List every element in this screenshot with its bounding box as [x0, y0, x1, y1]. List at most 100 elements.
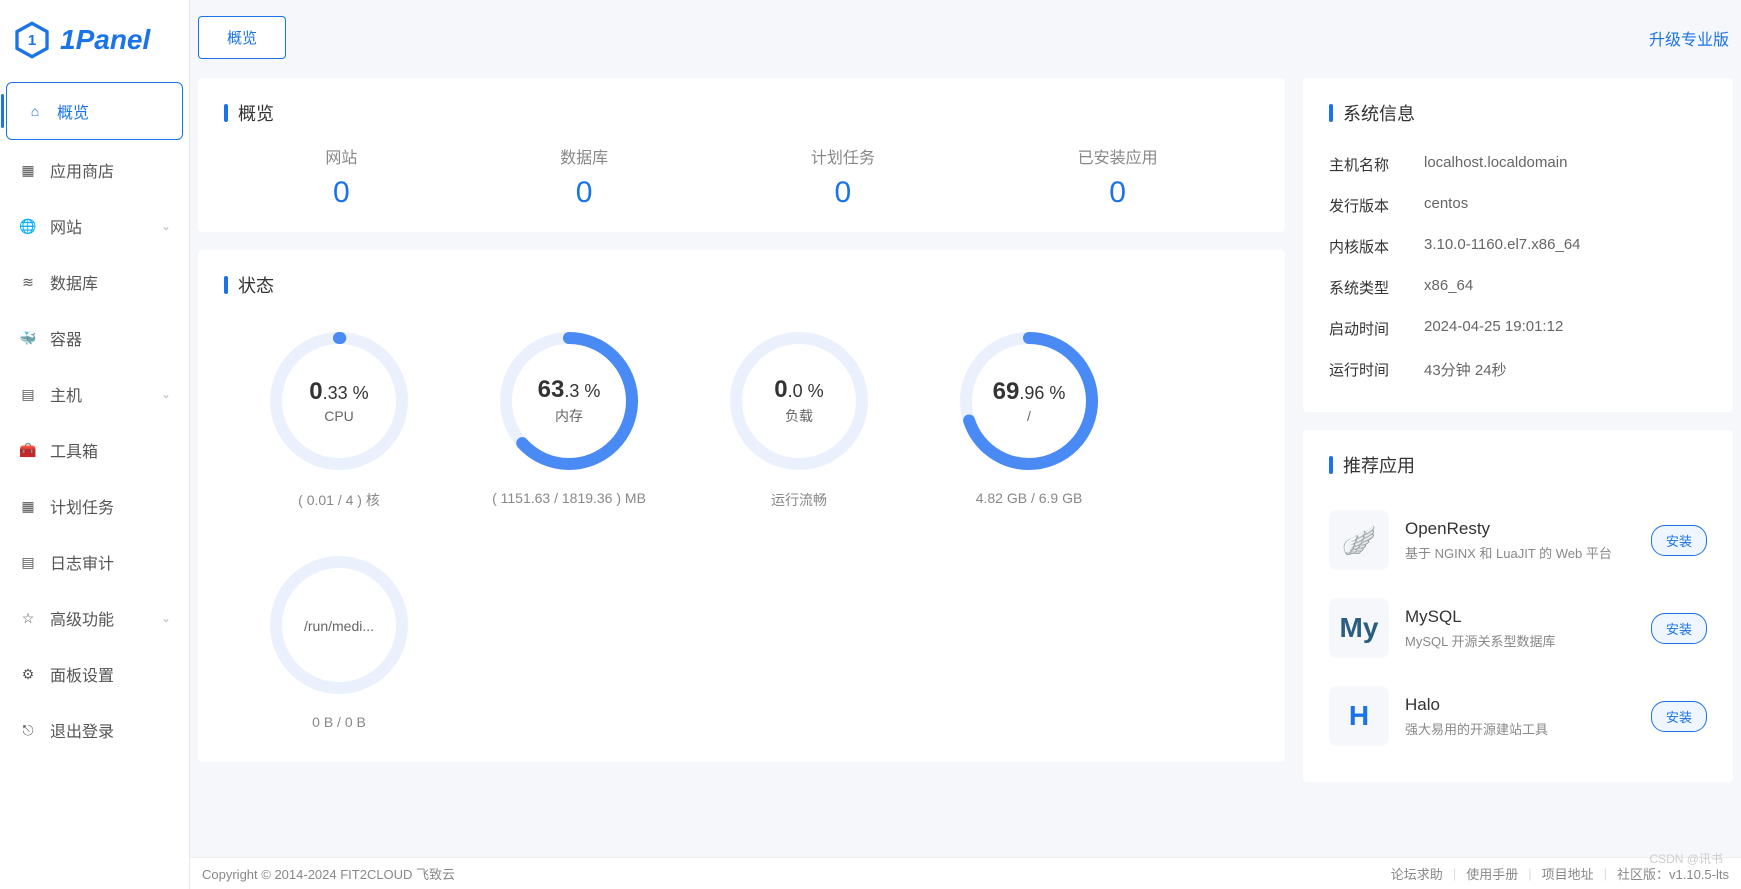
- gauge-value: 0.0 %: [774, 376, 823, 404]
- sysinfo-row-2: 内核版本3.10.0-1160.el7.x86_64: [1329, 226, 1707, 267]
- upgrade-link[interactable]: 升级专业版: [1645, 16, 1733, 60]
- sidebar-item-4[interactable]: 🐳 容器: [0, 310, 189, 366]
- sidebar-item-2[interactable]: 🌐网站⌄: [0, 198, 189, 254]
- app-desc: 强大易用的开源建站工具: [1405, 719, 1635, 738]
- sysinfo-row-5: 运行时间43分钟 24秒: [1329, 349, 1707, 390]
- docker-icon: 🐳: [18, 328, 38, 348]
- info-value: localhost.localdomain: [1424, 154, 1567, 175]
- overview-card: 概览 网站0数据库0计划任务0已安装应用0: [198, 78, 1285, 232]
- main: 概览 升级专业版 概览 网站0数据库0计划任务0已安装应用0 状态 0.33 %…: [190, 0, 1741, 889]
- stat-value: 0: [1078, 176, 1158, 210]
- info-key: 系统类型: [1329, 277, 1424, 298]
- footer-link-0[interactable]: 论坛求助: [1391, 864, 1443, 883]
- gauge-label: 负载: [785, 406, 813, 426]
- recommended-title: 推荐应用: [1329, 452, 1707, 478]
- info-key: 运行时间: [1329, 359, 1424, 380]
- app-icon: H: [1329, 686, 1389, 746]
- info-value: 43分钟 24秒: [1424, 359, 1507, 380]
- install-button[interactable]: 安装: [1651, 701, 1707, 732]
- gauge-1[interactable]: 63.3 %内存 ( 1151.63 / 1819.36 ) MB: [484, 326, 654, 510]
- overview-stat-0[interactable]: 网站 0: [325, 144, 357, 210]
- info-value: x86_64: [1424, 277, 1473, 298]
- overview-stat-1[interactable]: 数据库0: [560, 144, 608, 210]
- sidebar-item-label: 工具箱: [50, 438, 98, 462]
- sidebar-item-label: 面板设置: [50, 662, 114, 686]
- sidebar-item-7[interactable]: ▦计划任务: [0, 478, 189, 534]
- sidebar-item-6[interactable]: 🧰工具箱: [0, 422, 189, 478]
- stat-value: 0: [325, 176, 357, 210]
- app-desc: 基于 NGINX 和 LuaJIT 的 Web 平台: [1405, 543, 1635, 562]
- sidebar-item-label: 网站: [50, 214, 82, 238]
- gauge-detail: 0 B / 0 B: [254, 714, 424, 730]
- logout-icon: ⎋: [18, 720, 38, 740]
- sidebar-item-label: 数据库: [50, 270, 98, 294]
- gear-icon: ⚙: [18, 664, 38, 684]
- gauge-0[interactable]: 0.33 %CPU( 0.01 / 4 ) 核: [254, 326, 424, 510]
- sidebar-item-0[interactable]: ⌂概览: [6, 82, 183, 140]
- gauge-2[interactable]: 0.0 %负载运行流畅: [714, 326, 884, 510]
- gauge-detail: 4.82 GB / 6.9 GB: [944, 490, 1114, 506]
- brand-text: 1Panel: [60, 24, 150, 56]
- nav: ⌂概览▦应用商店🌐网站⌄≋数据库🐳容器▤主机⌄🧰工具箱▦计划任务▤日志审计☆高级…: [0, 80, 189, 889]
- app-item-1: My MySQL MySQL 开源关系型数据库安装: [1329, 584, 1707, 672]
- overview-stat-3[interactable]: 已安装应用 0: [1078, 144, 1158, 210]
- layers-icon: ≋: [18, 272, 38, 292]
- recommended-card: 推荐应用 🪽OpenResty基于 NGINX 和 LuaJIT 的 Web 平…: [1303, 430, 1733, 782]
- app-name: MySQL: [1405, 607, 1635, 627]
- sidebar-item-label: 主机: [50, 382, 82, 406]
- gauge-4[interactable]: /run/medi... 0 B / 0 B: [254, 550, 424, 730]
- overview-stat-2[interactable]: 计划任务0: [811, 144, 875, 210]
- star-icon: ☆: [18, 608, 38, 628]
- gauge-value: 63.3 %: [538, 376, 601, 404]
- sysinfo-row-3: 系统类型x86_64: [1329, 267, 1707, 308]
- chevron-down-icon: ⌄: [161, 611, 171, 625]
- logo-icon: 1: [12, 20, 52, 60]
- sidebar-item-label: 高级功能: [50, 606, 114, 630]
- sidebar-item-11[interactable]: ⎋退出登录: [0, 702, 189, 758]
- sidebar-item-1[interactable]: ▦ 应用商店: [0, 142, 189, 198]
- gauge-label: 内存: [555, 406, 583, 426]
- gauge-3[interactable]: 69.96 %/4.82 GB / 6.9 GB: [944, 326, 1114, 510]
- sysinfo-row-4: 启动时间2024-04-25 19:01:12: [1329, 308, 1707, 349]
- sidebar: 1 1Panel ⌂概览▦应用商店🌐网站⌄≋数据库🐳容器▤主机⌄🧰工具箱▦计划任…: [0, 0, 190, 889]
- stat-value: 0: [811, 176, 875, 210]
- sidebar-item-label: 应用商店: [50, 158, 114, 182]
- sidebar-item-8[interactable]: ▤ 日志审计: [0, 534, 189, 590]
- stat-label: 已安装应用: [1078, 144, 1158, 168]
- app-item-0: 🪽OpenResty基于 NGINX 和 LuaJIT 的 Web 平台安装: [1329, 496, 1707, 584]
- gauge-label: /run/medi...: [304, 618, 374, 634]
- sidebar-item-label: 容器: [50, 326, 82, 350]
- app-icon: My: [1329, 598, 1389, 658]
- sidebar-item-10[interactable]: ⚙ 面板设置: [0, 646, 189, 702]
- info-key: 启动时间: [1329, 318, 1424, 339]
- install-button[interactable]: 安装: [1651, 525, 1707, 556]
- gauge-detail: ( 0.01 / 4 ) 核: [254, 490, 424, 510]
- stat-label: 网站: [325, 144, 357, 168]
- clipboard-icon: ▤: [18, 552, 38, 572]
- gauge-detail: ( 1151.63 / 1819.36 ) MB: [484, 490, 654, 506]
- sysinfo-card: 系统信息 主机名称localhost.localdomain 发行版本centos…: [1303, 78, 1733, 412]
- status-card: 状态 0.33 %CPU( 0.01 / 4 ) 核 63.3 %内存 ( 1151…: [198, 250, 1285, 762]
- sidebar-item-label: 日志审计: [50, 550, 114, 574]
- footer-link-2[interactable]: 项目地址: [1542, 864, 1594, 883]
- footer: Copyright © 2014-2024 FIT2CLOUD 飞致云 论坛求助…: [190, 857, 1741, 889]
- tabbar: 概览 升级专业版: [190, 0, 1741, 60]
- install-button[interactable]: 安装: [1651, 613, 1707, 644]
- chevron-down-icon: ⌄: [161, 219, 171, 233]
- sidebar-item-5[interactable]: ▤主机⌄: [0, 366, 189, 422]
- server-icon: ▤: [18, 384, 38, 404]
- status-title: 状态: [224, 272, 1259, 298]
- sysinfo-title: 系统信息: [1329, 100, 1707, 126]
- sidebar-item-9[interactable]: ☆ 高级功能 ⌄: [0, 590, 189, 646]
- app-desc: MySQL 开源关系型数据库: [1405, 631, 1635, 650]
- footer-link-1[interactable]: 使用手册: [1466, 864, 1518, 883]
- stat-label: 数据库: [560, 144, 608, 168]
- grid-icon: ▦: [18, 160, 38, 180]
- info-value: 3.10.0-1160.el7.x86_64: [1424, 236, 1581, 257]
- sidebar-item-3[interactable]: ≋ 数据库: [0, 254, 189, 310]
- info-key: 主机名称: [1329, 154, 1424, 175]
- calendar-icon: ▦: [18, 496, 38, 516]
- logo[interactable]: 1 1Panel: [0, 0, 189, 80]
- sysinfo-row-1: 发行版本centos: [1329, 185, 1707, 226]
- tab-overview[interactable]: 概览: [198, 16, 286, 59]
